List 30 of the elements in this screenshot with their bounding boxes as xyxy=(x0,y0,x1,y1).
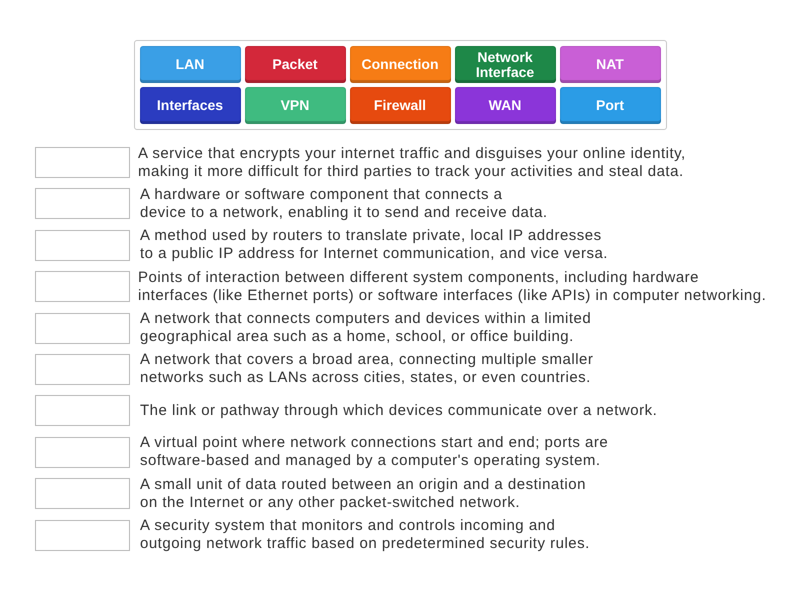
term-tile[interactable]: Firewall xyxy=(350,87,450,124)
definition-text: A hardware or software component that connects a device to a network, enabling it to send and receive data. xyxy=(140,186,548,222)
term-tile[interactable]: Interfaces xyxy=(140,87,240,124)
definition-text: A service that encrypts your internet traffic and disguises your online identity, making it more difficult for third parties to track your activities and steal data. xyxy=(138,144,686,180)
term-tile[interactable]: NAT xyxy=(560,46,660,83)
answer-box[interactable] xyxy=(35,354,130,385)
term-tile[interactable]: WAN xyxy=(454,87,556,124)
answer-box[interactable] xyxy=(35,147,130,178)
answer-box[interactable] xyxy=(35,520,130,551)
answer-box[interactable] xyxy=(35,312,130,344)
definition-text: A network that covers a broad area, connecting multiple smaller networks such as LANs across cities, states, or even countries. xyxy=(140,351,594,388)
answer-box[interactable] xyxy=(35,230,130,261)
answer-box[interactable] xyxy=(35,395,130,426)
answer-box[interactable] xyxy=(35,188,130,220)
definition-text: A small unit of data routed between an origin and a destination on the Internet or any other packet-switched network. xyxy=(140,476,586,512)
definition-text: A security system that monitors and controls incoming and outgoing network traffic based on predetermined security rules. xyxy=(140,517,590,554)
definition-text: The link or pathway through which devices communicate over a network. xyxy=(140,402,658,420)
term-tile[interactable]: VPN xyxy=(244,87,346,124)
term-tile[interactable]: Port xyxy=(560,87,660,124)
definition-text: A method used by routers to translate private, local IP addresses to a public IP address for Internet communication, and vice versa. xyxy=(140,227,608,264)
definition-text: A network that connects computers and devices within a limited geographical area such as a home, school, or office building. xyxy=(140,310,592,346)
term-tile[interactable]: Network Interface xyxy=(454,46,556,83)
answer-box[interactable] xyxy=(35,436,130,468)
definition-text: Points of interaction between different system components, including hardware interfaces (like Ethernet ports) or software interfaces (like APIs) in computer networking. xyxy=(138,268,766,305)
term-tile[interactable]: Connection xyxy=(350,46,450,83)
answer-box[interactable] xyxy=(35,271,130,302)
answer-box[interactable] xyxy=(35,478,130,510)
term-tile[interactable]: LAN xyxy=(140,46,240,83)
term-tile[interactable]: Packet xyxy=(244,46,346,83)
definition-text: A virtual point where network connections start and end; ports are software-based and managed by a computer's operating system. xyxy=(140,434,608,470)
